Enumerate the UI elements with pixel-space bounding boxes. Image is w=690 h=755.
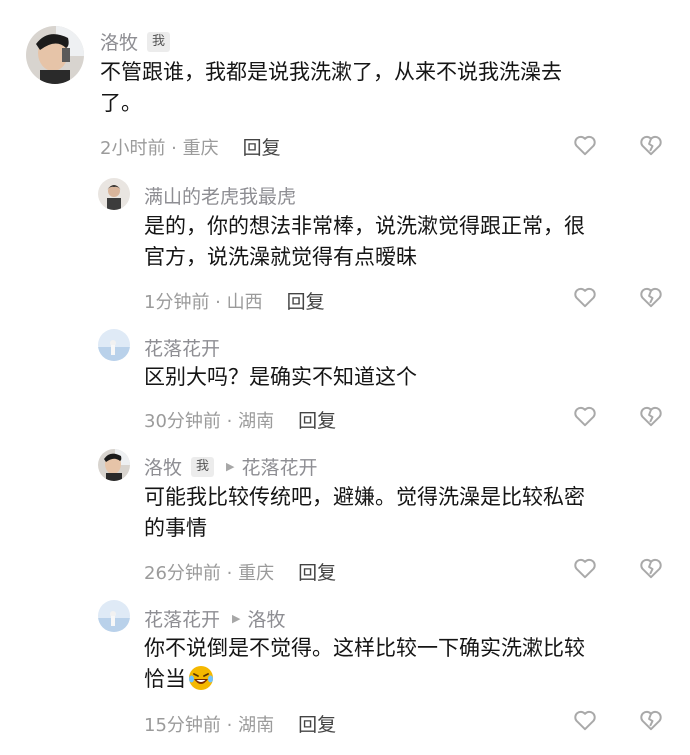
reply-arrow-icon: ▶ (226, 460, 235, 473)
comment-text-line: 你不说倒是不觉得。这样比较一下确实洗漱比较 (144, 636, 585, 660)
reply-button[interactable]: 回复 (298, 410, 336, 432)
comment-text-line: 不管跟谁，我都是说我洗漱了，从来不说我洗澡去 (100, 60, 562, 84)
broken-heart-outline-icon[interactable] (638, 132, 664, 158)
comment-time-location: 26分钟前 · 重庆 (144, 563, 275, 584)
me-badge: 我 (147, 31, 171, 52)
comment-time-location: 2小时前 · 重庆 (100, 138, 219, 159)
broken-heart-outline-icon[interactable] (638, 707, 664, 733)
heart-outline-icon[interactable] (572, 403, 598, 429)
avatar[interactable] (98, 600, 130, 632)
avatar[interactable] (98, 449, 130, 481)
reply-arrow-icon: ▶ (232, 612, 241, 625)
comment-text-line: 可能我比较传统吧，避嫌。觉得洗澡是比较私密 (144, 485, 585, 509)
comment-time-location: 1分钟前 · 山西 (144, 292, 263, 313)
reply-to-name[interactable]: 洛牧 (247, 605, 285, 632)
reply-to-name[interactable]: 花落花开 (242, 453, 318, 480)
author-name[interactable]: 花落花开 (144, 334, 220, 361)
comment-text-line: 恰当 (144, 667, 186, 691)
author-name[interactable]: 洛牧 (144, 453, 182, 480)
broken-heart-outline-icon[interactable] (638, 555, 664, 581)
heart-outline-icon[interactable] (572, 707, 598, 733)
reply-button[interactable]: 回复 (298, 714, 336, 736)
author-name[interactable]: 花落花开 (144, 605, 220, 632)
avatar[interactable] (98, 329, 130, 361)
author-name[interactable]: 满山的老虎我最虎 (144, 182, 296, 209)
author-name[interactable]: 洛牧 (100, 28, 138, 55)
comment-text-line: 官方，说洗澡就觉得有点暧昧 (144, 245, 417, 269)
heart-outline-icon[interactable] (572, 555, 598, 581)
comment-text-line: 区别大吗？是确实不知道这个 (144, 365, 417, 389)
comment-text-line: 是的，你的想法非常棒，说洗漱觉得跟正常，很 (144, 214, 585, 238)
reply-button[interactable]: 回复 (298, 562, 336, 584)
comment-time-location: 15分钟前 · 湖南 (144, 715, 275, 736)
comment-text-line: 的事情 (144, 516, 207, 540)
broken-heart-outline-icon[interactable] (638, 403, 664, 429)
avatar[interactable] (98, 178, 130, 210)
laughing-crying-emoji (189, 666, 213, 690)
reply-button[interactable]: 回复 (287, 291, 325, 313)
comment-text-line: 了。 (100, 91, 142, 115)
heart-outline-icon[interactable] (572, 132, 598, 158)
me-badge: 我 (191, 456, 215, 477)
comment-time-location: 30分钟前 · 湖南 (144, 411, 275, 432)
avatar[interactable] (26, 26, 84, 84)
reply-button[interactable]: 回复 (243, 137, 281, 159)
heart-outline-icon[interactable] (572, 284, 598, 310)
broken-heart-outline-icon[interactable] (638, 284, 664, 310)
